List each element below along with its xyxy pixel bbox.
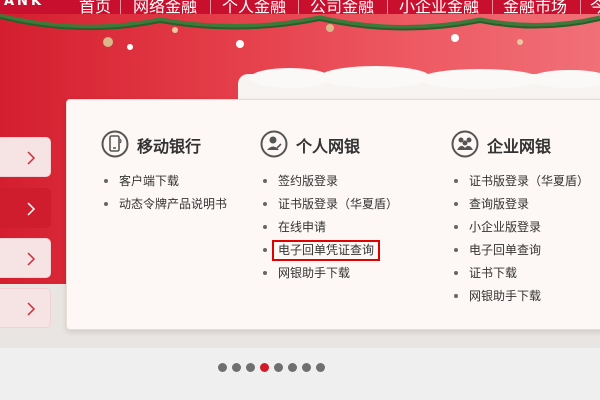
mobile-banking-links: 客户端下载 动态令牌产品说明书 [101, 174, 227, 220]
nav-item-online-finance[interactable]: 网络金融 [133, 0, 197, 14]
carousel-dot[interactable] [260, 363, 269, 372]
side-tab-1[interactable] [0, 137, 51, 177]
side-tab-3[interactable] [0, 238, 51, 278]
nav-item-corporate-finance[interactable]: 公司金融 [310, 0, 374, 14]
nav-divider [387, 0, 388, 14]
side-tab-4[interactable] [0, 288, 51, 328]
link-corp-certificate-login[interactable]: 证书版登录（华夏盾） [451, 174, 589, 197]
link-corp-assistant-download[interactable]: 网银助手下载 [451, 289, 589, 312]
nav-divider [298, 0, 299, 14]
nav-item-personal-finance[interactable]: 个人金融 [222, 0, 286, 14]
carousel-dot[interactable] [218, 363, 227, 372]
nav-divider [120, 0, 121, 14]
christmas-garland-decoration [0, 14, 600, 50]
link-e-receipt-voucher-query[interactable]: 电子回单凭证查询 [260, 240, 398, 266]
carousel-dot[interactable] [316, 363, 325, 372]
chevron-right-icon [27, 202, 36, 216]
snow-bump-decoration [530, 70, 600, 88]
carousel-dot[interactable] [246, 363, 255, 372]
chevron-right-icon [27, 302, 36, 316]
nav-divider [580, 0, 581, 14]
link-signed-login[interactable]: 签约版登录 [260, 174, 398, 197]
personal-banking-icon [260, 130, 288, 158]
nav-divider [210, 0, 211, 14]
link-corp-e-receipt-query[interactable]: 电子回单查询 [451, 243, 589, 266]
link-client-download[interactable]: 客户端下载 [101, 174, 227, 197]
snow-bump-decoration [420, 69, 540, 89]
chevron-right-icon [27, 252, 36, 266]
nav-item-small-business-finance[interactable]: 小企业金融 [399, 0, 479, 14]
corporate-banking-title: 企业网银 [487, 137, 552, 156]
chevron-right-icon [27, 151, 36, 165]
personal-banking-links: 签约版登录 证书版登录（华夏盾） 在线申请 电子回单凭证查询 网银助手下载 [260, 174, 398, 289]
snow-bump-decoration [320, 66, 430, 88]
nav-item-more[interactable]: 今 [590, 0, 600, 14]
carousel-dot[interactable] [288, 363, 297, 372]
link-certificate-download[interactable]: 证书下载 [451, 266, 589, 289]
online-banking-dropdown-panel: 移动银行 客户端下载 动态令牌产品说明书 个人网银 签约版登录 证书版登录（华夏… [66, 99, 600, 330]
bank-logo-text[interactable]: ANK [4, 0, 44, 9]
top-nav: ANK 首页 网络金融 个人金融 公司金融 小企业金融 金融市场 今 [0, 0, 600, 14]
nav-item-financial-markets[interactable]: 金融市场 [503, 0, 567, 14]
carousel-dot[interactable] [274, 363, 283, 372]
mobile-banking-icon [101, 130, 129, 158]
corporate-banking-icon [451, 130, 479, 158]
link-banking-assistant-download[interactable]: 网银助手下载 [260, 266, 398, 289]
carousel-dot[interactable] [232, 363, 241, 372]
nav-item-home[interactable]: 首页 [79, 0, 111, 14]
personal-banking-title: 个人网银 [296, 137, 361, 156]
link-certificate-login[interactable]: 证书版登录（华夏盾） [260, 197, 398, 220]
side-tab-2[interactable] [0, 188, 51, 228]
link-token-manual[interactable]: 动态令牌产品说明书 [101, 197, 227, 220]
nav-divider [492, 0, 493, 14]
link-small-business-login[interactable]: 小企业版登录 [451, 220, 589, 243]
snow-bump-decoration [250, 68, 330, 88]
mobile-banking-title: 移动银行 [137, 137, 202, 156]
link-query-login[interactable]: 查询版登录 [451, 197, 589, 220]
carousel-dot[interactable] [302, 363, 311, 372]
corporate-banking-links: 证书版登录（华夏盾） 查询版登录 小企业版登录 电子回单查询 证书下载 网银助手… [451, 174, 589, 312]
